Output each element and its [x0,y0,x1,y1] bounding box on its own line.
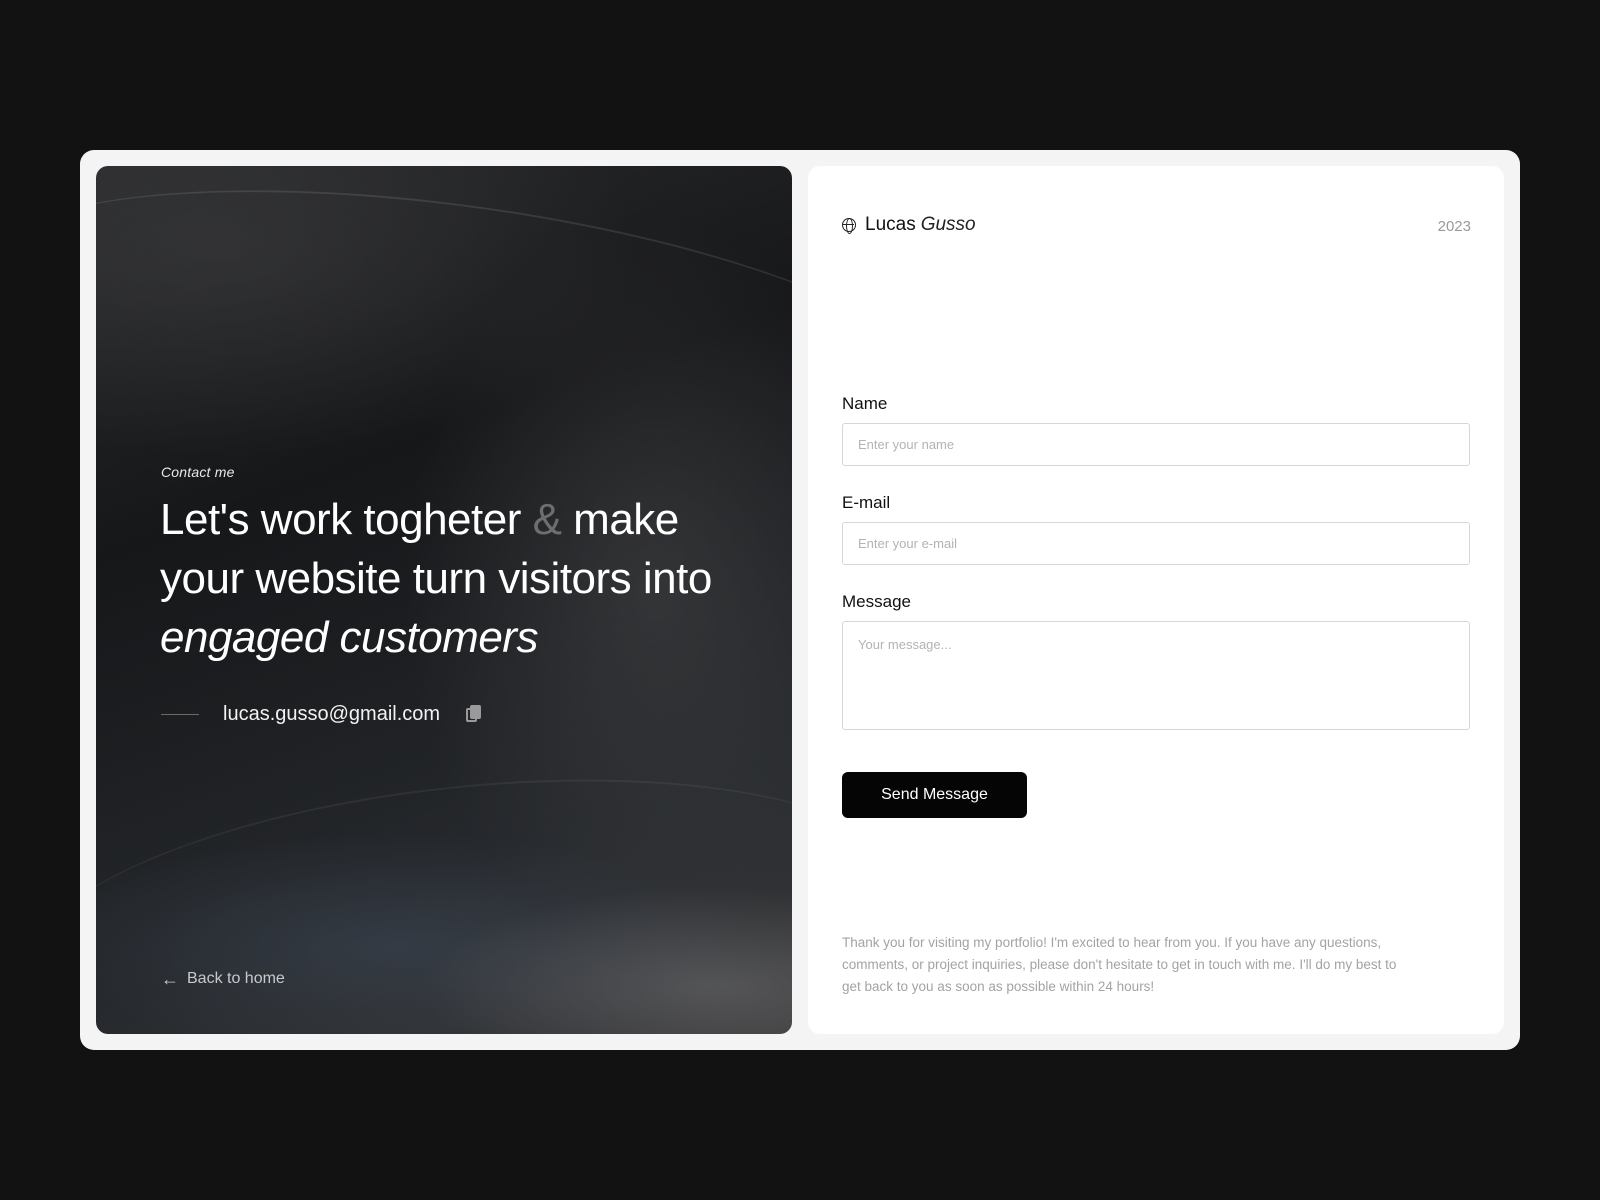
headline-text: Let's work togheter [160,495,533,544]
message-textarea[interactable] [842,621,1470,730]
message-label: Message [842,592,911,611]
thank-you-note: Thank you for visiting my portfolio! I'm… [842,935,1397,994]
background-streak [96,739,792,1034]
email-row: lucas.gusso@gmail.com [161,698,482,730]
year-label: 2023 [1437,218,1471,235]
contact-form-panel: Lucas Gusso 2023 Name E-mail Message Sen… [808,166,1504,1034]
back-to-home-link[interactable]: ← Back to home [161,970,285,988]
arrow-left-icon: ← [161,969,179,989]
brand-logo[interactable]: Lucas Gusso [842,214,976,236]
name-label: Name [842,394,888,413]
brand-last-name: Gusso [920,214,976,235]
brand-first-name: Lucas [865,214,916,235]
send-message-button[interactable]: Send Message [842,772,1027,818]
hero-panel: Contact me Let's work togheter & make yo… [96,166,792,1034]
email-label: E-mail [842,493,891,512]
contact-kicker: Contact me [161,464,235,480]
headline-ampersand: & [532,495,562,544]
headline-emphasis: engaged customers [160,613,538,662]
name-input[interactable] [842,423,1470,466]
globe-icon [842,218,856,234]
copy-icon[interactable] [466,705,482,723]
email-input[interactable] [842,522,1470,565]
hero-headline: Let's work togheter & make your website … [160,490,760,667]
email-link[interactable]: lucas.gusso@gmail.com [223,703,440,726]
back-to-home-label: Back to home [187,970,285,987]
divider-line [161,713,199,715]
